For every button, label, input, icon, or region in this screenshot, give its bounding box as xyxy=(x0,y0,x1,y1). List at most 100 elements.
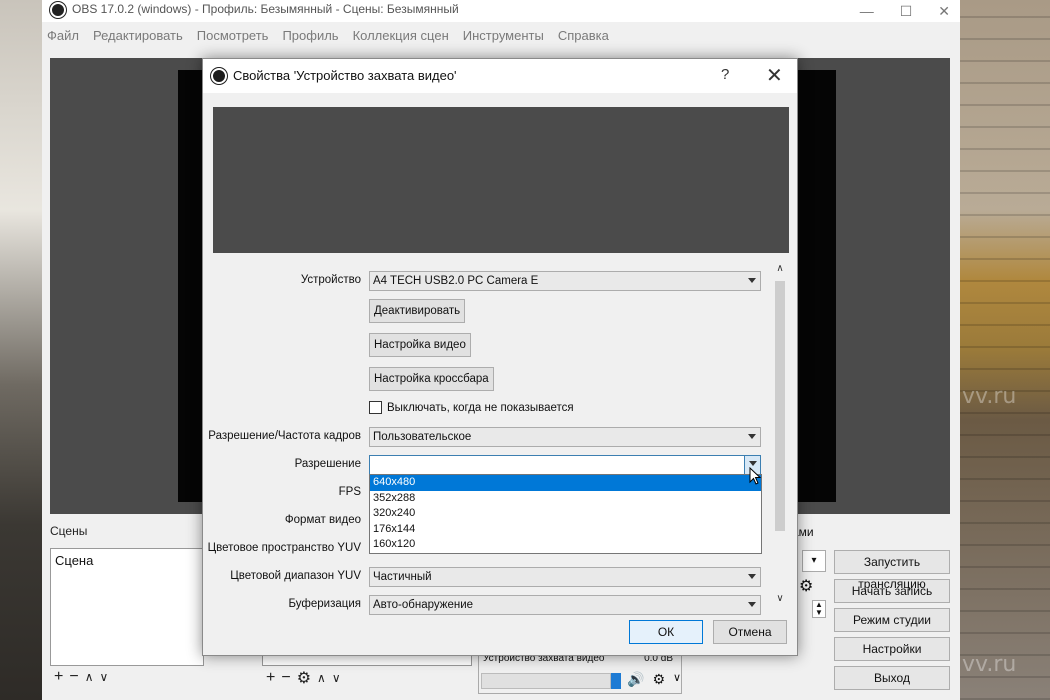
menu-bar: Файл Редактировать Посмотреть Профиль Ко… xyxy=(42,24,960,46)
obs-titlebar[interactable]: OBS 17.0.2 (windows) - Профиль: Безымянн… xyxy=(42,0,960,22)
scene-item[interactable]: Сцена xyxy=(55,553,93,568)
deactivate-button[interactable]: Деактивировать xyxy=(369,299,466,323)
chevron-down-icon xyxy=(748,278,756,283)
chevron-down-icon xyxy=(748,602,756,607)
start-streaming-button[interactable]: Запустить трансляцию xyxy=(834,550,950,591)
volume-meter xyxy=(481,673,611,689)
scenes-toolbar: + − ∧ ∨ xyxy=(54,668,108,686)
minimize-icon[interactable]: — xyxy=(860,3,874,19)
resolution-option[interactable]: 352x288 xyxy=(370,491,761,507)
chevron-down-icon xyxy=(748,434,756,439)
buffering-select[interactable]: Авто-обнаружение xyxy=(369,595,761,615)
yuv-range-label: Цветовой диапазон YUV xyxy=(230,570,361,582)
window-controls: — ☐ ✕ xyxy=(860,0,950,22)
device-label: Устройство xyxy=(300,274,361,286)
close-icon[interactable]: ✕ xyxy=(766,63,783,88)
menu-profile[interactable]: Профиль xyxy=(282,28,338,43)
properties-dialog: Свойства 'Устройство захвата видео' ? ✕ … xyxy=(202,58,798,656)
mixer-gear-icon[interactable]: ⚙ xyxy=(652,671,665,688)
yuv-range-value: Частичный xyxy=(373,571,432,583)
move-up-icon[interactable]: ∧ xyxy=(85,670,94,684)
buffering-value: Авто-обнаружение xyxy=(373,599,474,611)
controls-panel: Запустить трансляцию Начать запись Режим… xyxy=(834,550,950,695)
watermark-top: vv.ru xyxy=(962,384,1017,409)
resolution-option[interactable]: 640x480 xyxy=(370,475,761,491)
resolution-option[interactable]: 320x240 xyxy=(370,506,761,522)
source-down-icon[interactable]: ∨ xyxy=(332,671,341,685)
dialog-titlebar[interactable]: Свойства 'Устройство захвата видео' ? ✕ xyxy=(203,59,797,93)
speaker-icon[interactable]: 🔊 xyxy=(627,671,644,688)
obs-logo-icon xyxy=(50,2,66,18)
yuv-range-row: Цветовой диапазон YUV Частичный xyxy=(203,567,797,587)
remove-scene-icon[interactable]: − xyxy=(69,668,78,686)
transition-gear-icon[interactable]: ⚙ xyxy=(799,576,813,596)
res-fps-value: Пользовательское xyxy=(373,431,472,443)
hide-when-inactive-label: Выключать, когда не показывается xyxy=(387,401,574,414)
res-fps-select[interactable]: Пользовательское xyxy=(369,427,761,447)
remove-source-icon[interactable]: − xyxy=(281,669,290,687)
window-title: OBS 17.0.2 (windows) - Профиль: Безымянн… xyxy=(72,2,459,16)
close-window-icon[interactable]: ✕ xyxy=(938,3,950,20)
settings-button[interactable]: Настройки xyxy=(834,637,950,661)
dialog-preview xyxy=(213,107,789,253)
sources-toolbar: + − ⚙ ∧ ∨ xyxy=(266,668,341,688)
menu-tools[interactable]: Инструменты xyxy=(463,28,544,43)
buffering-row: Буферизация Авто-обнаружение xyxy=(203,595,797,615)
exit-button[interactable]: Выход xyxy=(834,666,950,690)
move-down-icon[interactable]: ∨ xyxy=(99,670,108,684)
dialog-title: Свойства 'Устройство захвата видео' xyxy=(233,68,457,83)
transition-duration-spinner[interactable]: ▲ ▼ xyxy=(812,600,826,618)
cancel-button[interactable]: Отмена xyxy=(713,620,787,644)
chevron-down-icon[interactable]: ∨ xyxy=(673,671,681,688)
resolution-row: Разрешение xyxy=(203,455,797,475)
menu-help[interactable]: Справка xyxy=(558,28,609,43)
device-value: A4 TECH USB2.0 PC Camera E xyxy=(373,275,539,287)
video-format-label: Формат видео xyxy=(284,514,361,526)
watermark: vv.ru xyxy=(962,652,1017,677)
audio-mixer-item: Устройство захвата видео 0.0 dB 🔊 ⚙ ∨ xyxy=(478,650,682,694)
scroll-thumb[interactable] xyxy=(775,281,785,531)
menu-file[interactable]: Файл xyxy=(47,28,79,43)
source-up-icon[interactable]: ∧ xyxy=(317,671,326,685)
yuv-range-select[interactable]: Частичный xyxy=(369,567,761,587)
mixer-icons: 🔊 ⚙ ∨ xyxy=(627,671,681,688)
add-source-icon[interactable]: + xyxy=(266,669,275,687)
menu-view[interactable]: Посмотреть xyxy=(197,28,269,43)
mouse-cursor-icon xyxy=(749,467,762,485)
buffering-label: Буферизация xyxy=(288,598,362,610)
resolution-option[interactable]: 176x144 xyxy=(370,522,761,538)
device-select[interactable]: A4 TECH USB2.0 PC Camera E xyxy=(369,271,761,291)
scenes-list[interactable]: Сцена xyxy=(50,548,204,666)
volume-slider-handle[interactable] xyxy=(611,673,621,689)
menu-edit[interactable]: Редактировать xyxy=(93,28,183,43)
transition-select[interactable]: ▾ xyxy=(802,550,826,572)
scroll-down-icon[interactable]: ∨ xyxy=(773,593,787,607)
menu-scene-collection[interactable]: Коллекция сцен xyxy=(353,28,449,43)
resolution-label: Разрешение xyxy=(294,458,361,470)
studio-mode-button[interactable]: Режим студии xyxy=(834,608,950,632)
help-icon[interactable]: ? xyxy=(721,66,729,83)
chevron-down-icon xyxy=(748,574,756,579)
yuv-space-label: Цветовое пространство YUV xyxy=(207,542,361,554)
device-row: Устройство A4 TECH USB2.0 PC Camera E xyxy=(203,271,797,291)
hide-when-inactive-checkbox[interactable] xyxy=(369,401,382,414)
res-fps-row: Разрешение/Частота кадров Пользовательск… xyxy=(203,427,797,447)
res-fps-label: Разрешение/Частота кадров xyxy=(208,430,361,442)
fps-label: FPS xyxy=(338,486,361,498)
scenes-panel-label: Сцены xyxy=(50,524,88,538)
start-recording-button[interactable]: Начать запись xyxy=(834,579,950,603)
chevron-down-icon xyxy=(749,461,757,466)
add-scene-icon[interactable]: + xyxy=(54,668,63,686)
hide-when-inactive-row: Выключать, когда не показывается xyxy=(369,401,574,414)
video-settings-button[interactable]: Настройка видео xyxy=(369,333,471,357)
scroll-up-icon[interactable]: ∧ xyxy=(773,263,787,277)
maximize-icon[interactable]: ☐ xyxy=(900,3,913,20)
resolution-option[interactable]: 160x120 xyxy=(370,537,761,553)
crossbar-settings-button[interactable]: Настройка кроссбара xyxy=(369,367,494,391)
ok-button[interactable]: ОК xyxy=(629,620,703,644)
obs-logo-icon xyxy=(211,68,227,84)
resolution-dropdown-list: 640x480 352x288 320x240 176x144 160x120 xyxy=(369,474,762,554)
dialog-scrollbar[interactable]: ∧ ∨ xyxy=(773,263,787,607)
source-settings-gear-icon[interactable]: ⚙ xyxy=(297,668,311,688)
resolution-select[interactable] xyxy=(369,455,761,475)
